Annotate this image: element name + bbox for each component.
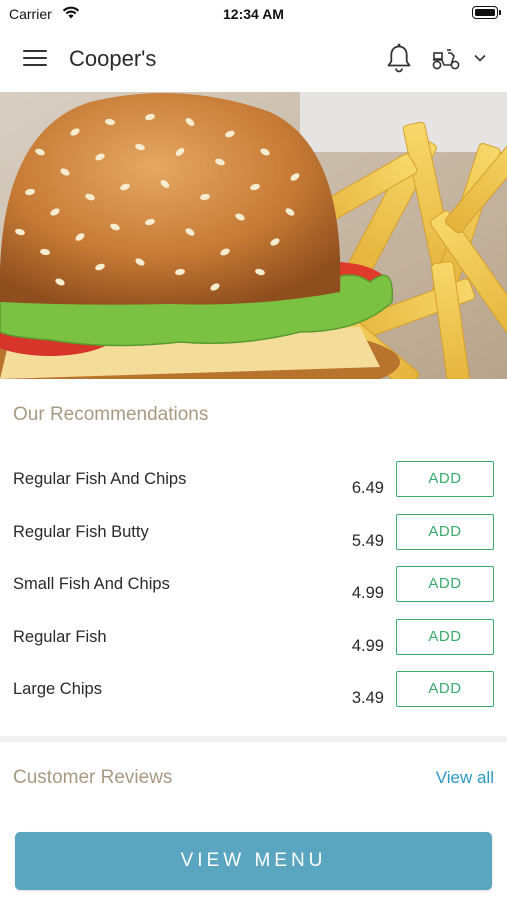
add-item-button[interactable]: ADD — [396, 619, 494, 655]
menu-item-price: 6.49 — [351, 479, 384, 497]
view-menu-button[interactable]: VIEW MENU — [15, 832, 492, 890]
clock: 12:34 AM — [223, 6, 284, 22]
menu-item-name: Regular Fish — [13, 628, 107, 646]
restaurant-title: Cooper's — [69, 46, 157, 71]
section-divider — [0, 736, 507, 742]
menu-item-price: 3.49 — [351, 689, 384, 707]
view-all-reviews-link[interactable]: View all — [436, 768, 494, 788]
add-item-button[interactable]: ADD — [396, 671, 494, 707]
menu-item-price: 4.99 — [351, 584, 384, 602]
menu-icon[interactable] — [23, 48, 47, 68]
bell-icon[interactable] — [385, 42, 413, 74]
battery-icon — [472, 6, 501, 19]
menu-item-price: 4.99 — [351, 637, 384, 655]
menu-item-name: Regular Fish Butty — [13, 523, 149, 541]
menu-item-name: Regular Fish And Chips — [13, 470, 187, 488]
reviews-heading: Customer Reviews — [13, 767, 173, 788]
menu-item-price: 5.49 — [351, 532, 384, 550]
menu-item-name: Small Fish And Chips — [13, 575, 170, 593]
menu-item-name: Large Chips — [13, 680, 102, 698]
add-item-button[interactable]: ADD — [396, 514, 494, 550]
recommendations-heading: Our Recommendations — [13, 404, 209, 425]
add-item-button[interactable]: ADD — [396, 566, 494, 602]
status-bar: Carrier 12:34 AM — [0, 0, 507, 26]
delivery-scooter-icon[interactable] — [431, 47, 461, 71]
menu-item-row: Large Chips 3.49 ADD — [0, 671, 507, 732]
app-header: Cooper's — [0, 26, 507, 92]
chevron-down-icon[interactable] — [473, 53, 487, 63]
burger-fries-illustration — [0, 92, 507, 379]
hero-food-image — [0, 92, 507, 379]
add-item-button[interactable]: ADD — [396, 461, 494, 497]
